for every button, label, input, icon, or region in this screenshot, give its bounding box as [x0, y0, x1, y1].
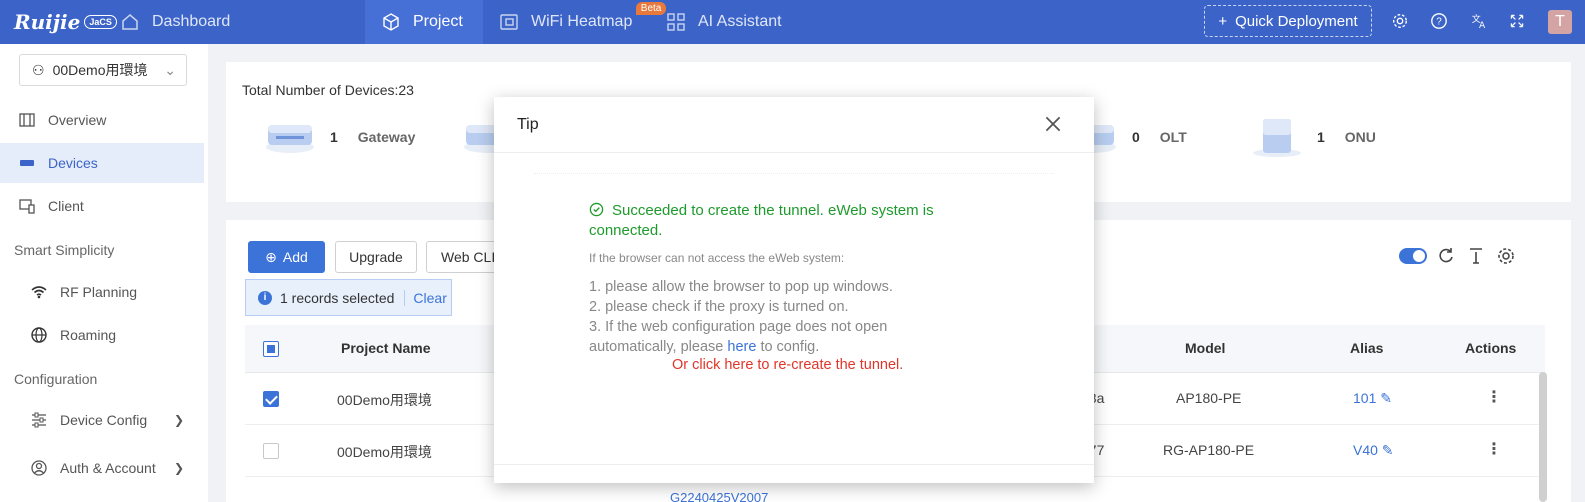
dialog-body: Succeeded to create the tunnel. eWeb sys… — [494, 153, 1094, 463]
steps-list: 1. please allow the browser to pop up wi… — [589, 277, 929, 357]
close-icon[interactable] — [1042, 113, 1064, 135]
step-3: 3. If the web configuration page does no… — [589, 317, 929, 357]
step-1: 1. please allow the browser to pop up wi… — [589, 279, 893, 295]
recreate-tunnel-link[interactable]: Or click here to re-create the tunnel. — [672, 357, 903, 373]
success-text: Succeeded to create the tunnel. eWeb sys… — [589, 202, 934, 239]
dialog-footer-divider — [494, 464, 1094, 465]
check-circle-icon — [589, 202, 604, 217]
dialog-title: Tip — [517, 115, 539, 133]
here-link[interactable]: here — [727, 339, 756, 355]
divider — [534, 173, 1054, 174]
success-message: Succeeded to create the tunnel. eWeb sys… — [589, 201, 969, 241]
hint-text: If the browser can not access the eWeb s… — [589, 251, 845, 265]
tip-dialog: Tip Succeeded to create the tunnel. eWeb… — [494, 97, 1094, 483]
dialog-header: Tip — [494, 97, 1094, 153]
step-3-suffix: to config. — [760, 339, 820, 355]
step-2: 2. please check if the proxy is turned o… — [589, 299, 849, 315]
